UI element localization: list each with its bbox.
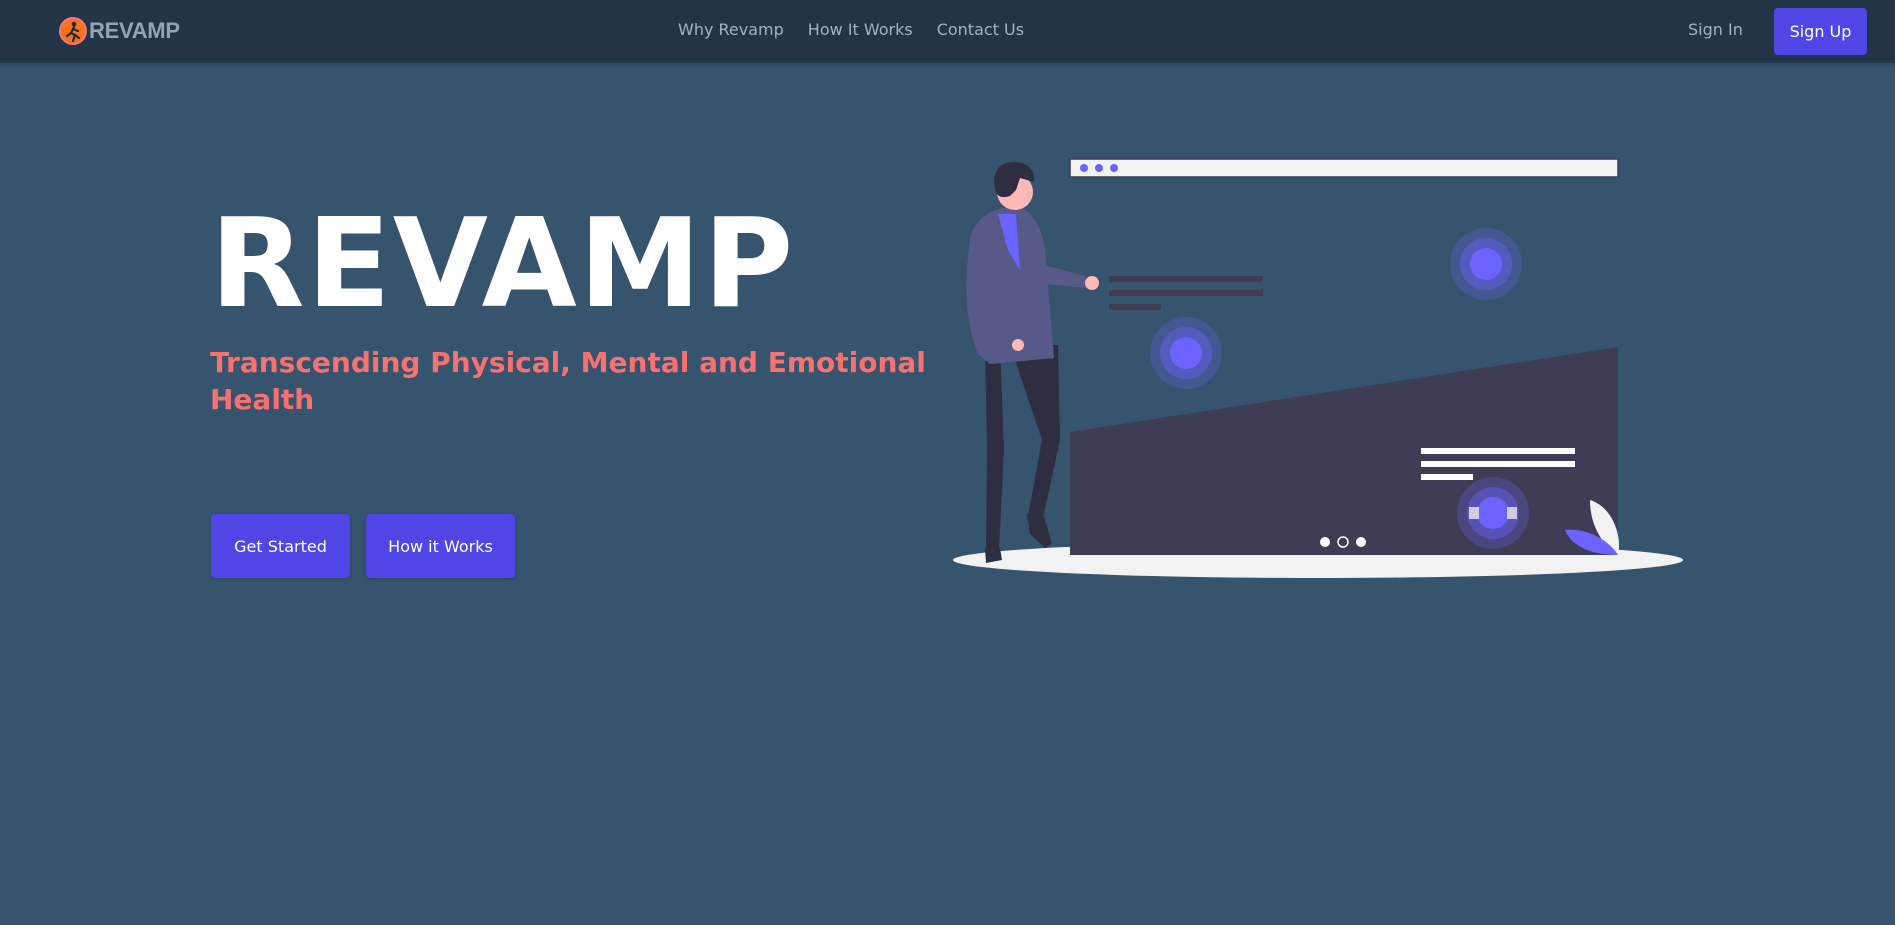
circle-node-top-right	[1450, 228, 1522, 300]
nav-link-contact-us[interactable]: Contact Us	[937, 20, 1024, 39]
nav-link-how-it-works[interactable]: How It Works	[808, 20, 913, 39]
nav-links: Why Revamp How It Works Contact Us	[678, 20, 1024, 39]
circle-node-left	[1150, 317, 1222, 389]
how-it-works-button[interactable]: How it Works	[366, 514, 515, 578]
top-navbar: REVAMP Why Revamp How It Works Contact U…	[0, 0, 1895, 63]
presenter-with-website-illustration	[953, 158, 1683, 578]
sign-up-button[interactable]: Sign Up	[1774, 8, 1867, 55]
hero-title: REVAMP	[210, 193, 796, 336]
hero-subtitle: Transcending Physical, Mental and Emotio…	[210, 346, 926, 416]
nav-link-why-revamp[interactable]: Why Revamp	[678, 20, 784, 39]
text-lines-upper	[1109, 276, 1263, 310]
carousel-dot[interactable]	[1356, 537, 1366, 547]
brand-logo-link[interactable]: REVAMP	[59, 17, 180, 45]
browser-bar	[1069, 158, 1619, 178]
circle-node-panel	[1457, 477, 1529, 549]
brand-name: REVAMP	[89, 18, 180, 43]
get-started-button[interactable]: Get Started	[211, 514, 350, 578]
running-person-logo-icon	[59, 17, 87, 45]
sign-in-link[interactable]: Sign In	[1688, 20, 1743, 39]
carousel-dot[interactable]	[1320, 537, 1330, 547]
